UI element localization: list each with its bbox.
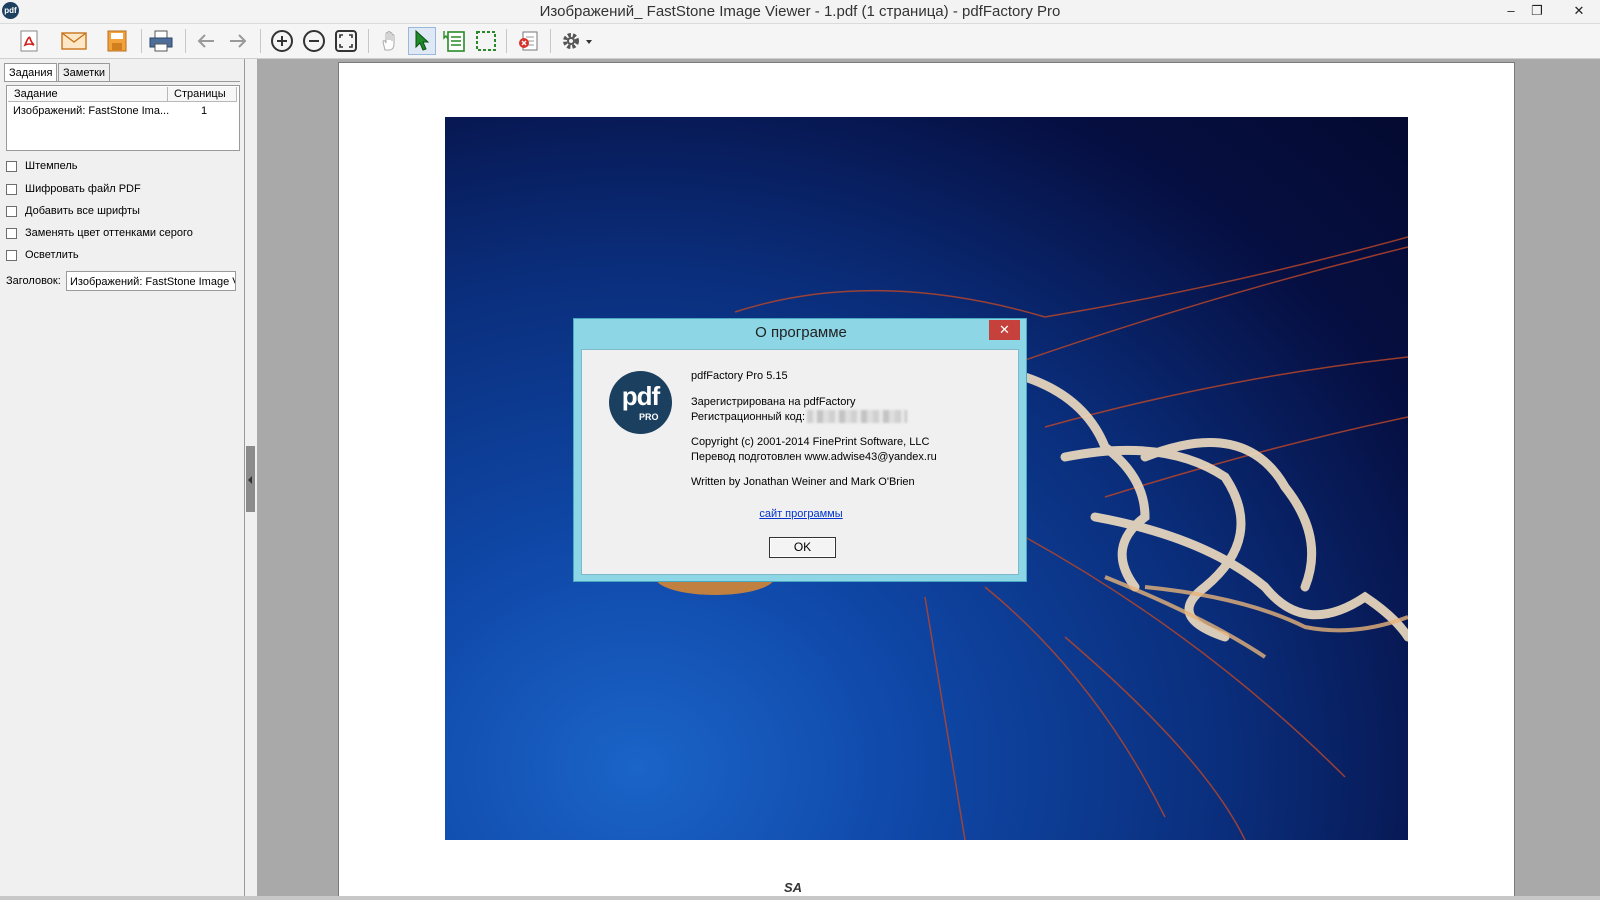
logo-text: pdf bbox=[621, 381, 660, 411]
zoom-out-icon[interactable] bbox=[300, 27, 328, 55]
copyright-text: Copyright (c) 2001-2014 FinePrint Softwa… bbox=[691, 436, 930, 448]
embed-fonts-checkbox[interactable] bbox=[6, 205, 17, 217]
collapse-arrow-icon[interactable] bbox=[248, 476, 252, 484]
option-label: Штемпель bbox=[25, 160, 78, 172]
option-label: Заменять цвет оттенками серого bbox=[25, 227, 193, 239]
header-input[interactable]: Изображений: FastStone Image V bbox=[66, 271, 236, 291]
option-grayscale[interactable]: Заменять цвет оттенками серого bbox=[6, 224, 193, 242]
stamp-checkbox[interactable] bbox=[6, 160, 17, 172]
option-stamp[interactable]: Штемпель bbox=[6, 157, 78, 175]
toolbar bbox=[0, 24, 1600, 59]
dialog-body: pdf PRO pdfFactory Pro 5.15 Зарегистриро… bbox=[581, 349, 1019, 575]
about-dialog: О программе ✕ pdf PRO pdfFactory Pro 5.1… bbox=[573, 318, 1027, 582]
toolbar-separator bbox=[506, 29, 507, 53]
pdffactory-logo: pdf PRO bbox=[609, 371, 672, 434]
delete-page-icon[interactable] bbox=[514, 27, 542, 55]
option-label: Добавить все шрифты bbox=[25, 205, 140, 217]
dialog-title: О программе bbox=[755, 324, 847, 341]
reg-code-label: Регистрационный код: bbox=[691, 411, 806, 423]
job-name-cell: Изображений: FastStone Ima... bbox=[13, 105, 170, 117]
tab-notes[interactable]: Заметки bbox=[58, 63, 111, 82]
tabs-divider bbox=[4, 81, 240, 82]
page-mark: SA bbox=[784, 880, 803, 895]
hand-icon[interactable] bbox=[376, 27, 404, 55]
window-title: Изображений_ FastStone Image Viewer - 1.… bbox=[539, 3, 1061, 20]
translation-credit: Перевод подготовлен www.adwise43@yandex.… bbox=[691, 451, 937, 463]
marquee-select-icon[interactable] bbox=[472, 27, 500, 55]
back-arrow-icon[interactable] bbox=[192, 27, 220, 55]
column-header-job[interactable]: Задание bbox=[8, 87, 168, 102]
table-row[interactable]: Изображений: FastStone Ima... 1 bbox=[8, 103, 237, 121]
toolbar-separator bbox=[368, 29, 369, 53]
ok-button[interactable]: OK bbox=[769, 537, 836, 558]
registered-to: Зарегистрирована на pdfFactory bbox=[691, 396, 856, 408]
dialog-close-button[interactable]: ✕ bbox=[989, 320, 1020, 340]
lighten-checkbox[interactable] bbox=[6, 249, 17, 261]
logo-subtext: PRO bbox=[639, 412, 659, 422]
forward-arrow-icon[interactable] bbox=[224, 27, 252, 55]
option-lighten[interactable]: Осветлить bbox=[6, 246, 79, 264]
text-select-icon[interactable] bbox=[440, 27, 468, 55]
toolbar-separator bbox=[550, 29, 551, 53]
fit-page-icon[interactable] bbox=[332, 27, 360, 55]
toolbar-separator bbox=[185, 29, 186, 53]
option-encrypt[interactable]: Шифровать файл PDF bbox=[6, 180, 141, 198]
save-icon[interactable] bbox=[103, 27, 131, 55]
website-link[interactable]: сайт программы bbox=[582, 508, 1020, 520]
minimize-button[interactable]: – bbox=[1498, 0, 1524, 22]
option-label: Шифровать файл PDF bbox=[25, 183, 141, 195]
close-window-button[interactable]: ✕ bbox=[1560, 0, 1598, 22]
title-bar: pdf Изображений_ FastStone Image Viewer … bbox=[0, 0, 1600, 24]
column-header-pages[interactable]: Страницы bbox=[168, 87, 237, 102]
email-icon[interactable] bbox=[60, 27, 88, 55]
jobs-table: Задание Страницы Изображений: FastStone … bbox=[6, 85, 240, 151]
tab-jobs[interactable]: Задания bbox=[4, 63, 58, 82]
option-label: Осветлить bbox=[25, 249, 79, 261]
print-icon[interactable] bbox=[147, 27, 175, 55]
grayscale-checkbox[interactable] bbox=[6, 227, 17, 239]
toolbar-separator bbox=[141, 29, 142, 53]
option-embed-fonts[interactable]: Добавить все шрифты bbox=[6, 202, 140, 220]
settings-gear-icon[interactable] bbox=[558, 27, 598, 55]
restore-button[interactable]: ❐ bbox=[1524, 0, 1550, 22]
horizontal-scrollbar[interactable] bbox=[0, 896, 1600, 900]
reg-code-blurred bbox=[807, 410, 907, 423]
save-pdf-icon[interactable] bbox=[15, 27, 43, 55]
product-version: pdfFactory Pro 5.15 bbox=[691, 370, 788, 382]
toolbar-separator bbox=[260, 29, 261, 53]
zoom-in-icon[interactable] bbox=[268, 27, 296, 55]
encrypt-checkbox[interactable] bbox=[6, 183, 17, 195]
select-pointer-icon[interactable] bbox=[408, 27, 436, 55]
authors-text: Written by Jonathan Weiner and Mark O'Br… bbox=[691, 476, 915, 488]
header-label: Заголовок: bbox=[6, 275, 61, 287]
job-pages-cell: 1 bbox=[201, 105, 208, 117]
